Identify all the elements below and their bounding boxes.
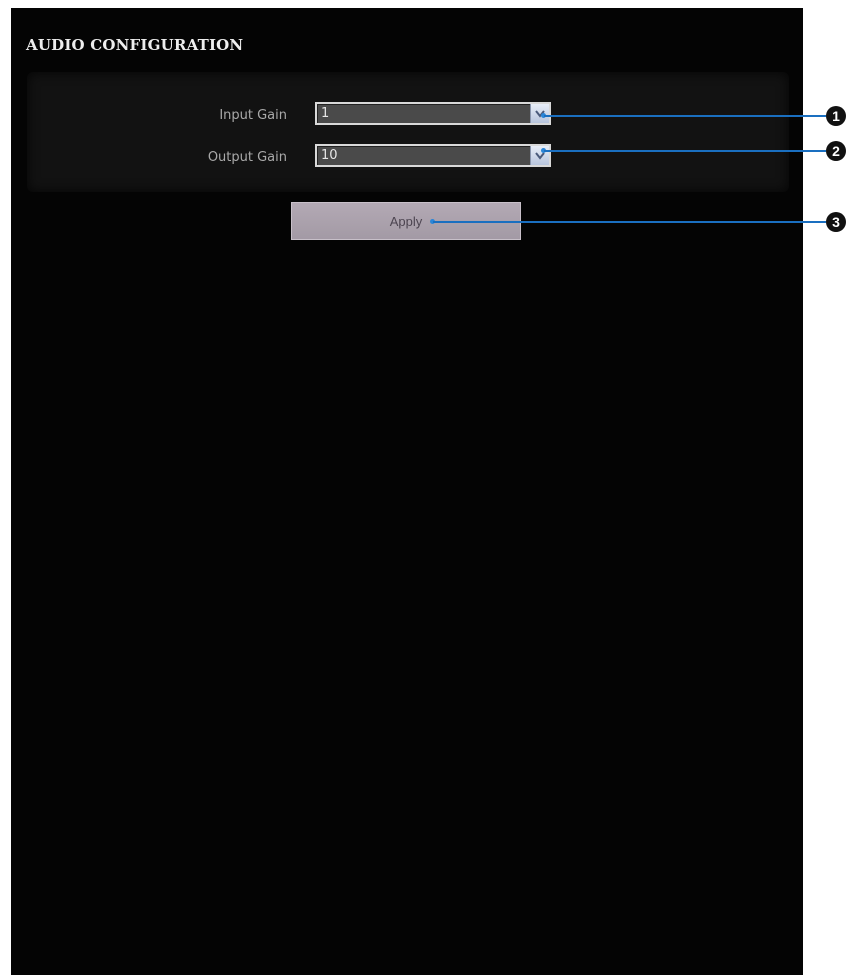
output-gain-select[interactable]: 10	[315, 144, 551, 167]
page-title: AUDIO CONFIGURATION	[26, 36, 244, 54]
callout-line-3	[433, 221, 826, 223]
callout-line-1	[544, 115, 826, 117]
input-gain-label: Input Gain	[219, 108, 287, 123]
output-gain-value: 10	[321, 148, 338, 163]
callout-badge-3: 3	[826, 212, 846, 232]
chevron-down-icon[interactable]	[530, 104, 549, 123]
audio-configuration-panel: AUDIO CONFIGURATION Input Gain 1 Output …	[11, 8, 803, 975]
input-gain-value: 1	[321, 106, 330, 121]
output-gain-label: Output Gain	[207, 150, 287, 165]
callout-badge-2: 2	[826, 141, 846, 161]
audio-settings-box: Input Gain 1 Output Gain 10	[27, 72, 789, 192]
chevron-down-icon[interactable]	[530, 146, 549, 165]
callout-line-2	[544, 150, 826, 152]
callout-badge-1: 1	[826, 106, 846, 126]
input-gain-select[interactable]: 1	[315, 102, 551, 125]
